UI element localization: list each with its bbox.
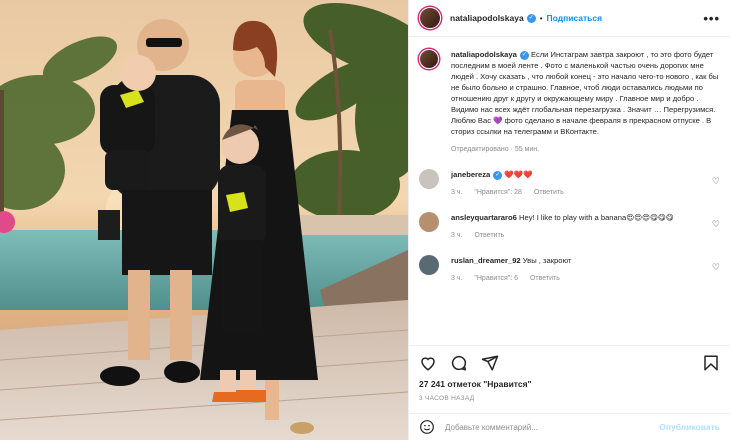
comment-item: janebereza ✓ ❤️❤️❤️ 3 ч. "Нравится": 28 О… — [419, 169, 720, 198]
reply-button[interactable]: Ответить — [474, 232, 504, 239]
caption: nataliapodolskaya ✓ Если Инстаграм завтра… — [419, 49, 720, 155]
comment-username[interactable]: ruslan_dreamer_92 — [451, 256, 521, 265]
reply-button[interactable]: Ответить — [534, 189, 564, 196]
bookmark-icon[interactable] — [702, 354, 720, 372]
follow-button[interactable]: Подписаться — [547, 13, 603, 23]
comment-body: janebereza ✓ ❤️❤️❤️ 3 ч. "Нравится": 28 О… — [451, 169, 706, 198]
post-side-panel: nataliapodolskaya ✓ • Подписаться ••• na… — [408, 0, 730, 440]
comment-likes[interactable]: "Нравится": 28 — [474, 189, 522, 196]
caption-username[interactable]: nataliapodolskaya — [451, 50, 517, 59]
caption-meta: Отредактировано · 55 мин. — [451, 146, 540, 153]
caption-text: Если Инстаграм завтра закроют , то это ф… — [451, 50, 719, 136]
comment-text: Hey! I like to play with a banana😍😍😍😋😋😋 — [518, 213, 674, 222]
comment-time[interactable]: 3 ч. — [451, 189, 462, 196]
reply-button[interactable]: Ответить — [530, 275, 560, 282]
comments-section[interactable]: nataliapodolskaya ✓ Если Инстаграм завтра… — [409, 37, 730, 345]
like-comment-heart-icon[interactable]: ♡ — [712, 262, 720, 273]
like-comment-heart-icon[interactable]: ♡ — [712, 219, 720, 230]
commenter-avatar[interactable] — [419, 255, 439, 275]
comment-time[interactable]: 3 ч. — [451, 232, 462, 239]
author-avatar[interactable] — [419, 7, 441, 29]
comment-input[interactable] — [445, 422, 660, 432]
comment-username[interactable]: ansleyquartararo6 — [451, 213, 517, 222]
share-icon[interactable] — [481, 354, 499, 372]
author-username[interactable]: nataliapodolskaya — [450, 13, 524, 23]
emoji-icon[interactable] — [419, 419, 435, 435]
heart-icon[interactable] — [419, 354, 437, 372]
comment-username[interactable]: janebereza — [451, 170, 490, 179]
caption-avatar[interactable] — [419, 49, 439, 69]
verified-icon: ✓ — [519, 50, 529, 60]
commenter-avatar[interactable] — [419, 169, 439, 189]
separator-dot: • — [539, 13, 543, 23]
comment-meta: 3 ч. "Нравится": 6 Ответить — [451, 273, 706, 284]
family-photo-illustration — [0, 0, 408, 440]
comment-text: ❤️❤️❤️ — [504, 170, 533, 179]
comment-item: ruslan_dreamer_92 Увы , закроют 3 ч. "Нр… — [419, 255, 720, 284]
comment-time[interactable]: 3 ч. — [451, 275, 462, 282]
publish-button[interactable]: Опубликовать — [659, 422, 720, 432]
comment-body: ruslan_dreamer_92 Увы , закроют 3 ч. "Нр… — [451, 255, 706, 284]
instagram-post: nataliapodolskaya ✓ • Подписаться ••• na… — [0, 0, 730, 440]
comment-body: ansleyquartararo6 Hey! I like to play wi… — [451, 212, 706, 241]
post-header: nataliapodolskaya ✓ • Подписаться ••• — [409, 0, 730, 37]
action-bar — [409, 345, 730, 379]
verified-icon: ✓ — [493, 170, 503, 180]
more-icon[interactable]: ••• — [703, 11, 720, 26]
comment-icon[interactable] — [450, 354, 468, 372]
verified-icon: ✓ — [526, 13, 536, 23]
likes-count[interactable]: 27 241 отметок "Нравится" — [409, 379, 730, 393]
caption-body: nataliapodolskaya ✓ Если Инстаграм завтра… — [451, 49, 720, 155]
post-time[interactable]: 3 ЧАСОВ НАЗАД — [409, 393, 730, 413]
comment-meta: 3 ч. Ответить — [451, 230, 706, 241]
comment-meta: 3 ч. "Нравится": 28 Ответить — [451, 187, 706, 198]
post-photo[interactable] — [0, 0, 408, 440]
commenter-avatar[interactable] — [419, 212, 439, 232]
comment-likes[interactable]: "Нравится": 6 — [474, 275, 518, 282]
comment-text: Увы , закроют — [522, 256, 572, 265]
comment-item: ansleyquartararo6 Hey! I like to play wi… — [419, 212, 720, 241]
like-comment-heart-icon[interactable]: ♡ — [712, 176, 720, 187]
add-comment-bar: Опубликовать — [409, 413, 730, 440]
